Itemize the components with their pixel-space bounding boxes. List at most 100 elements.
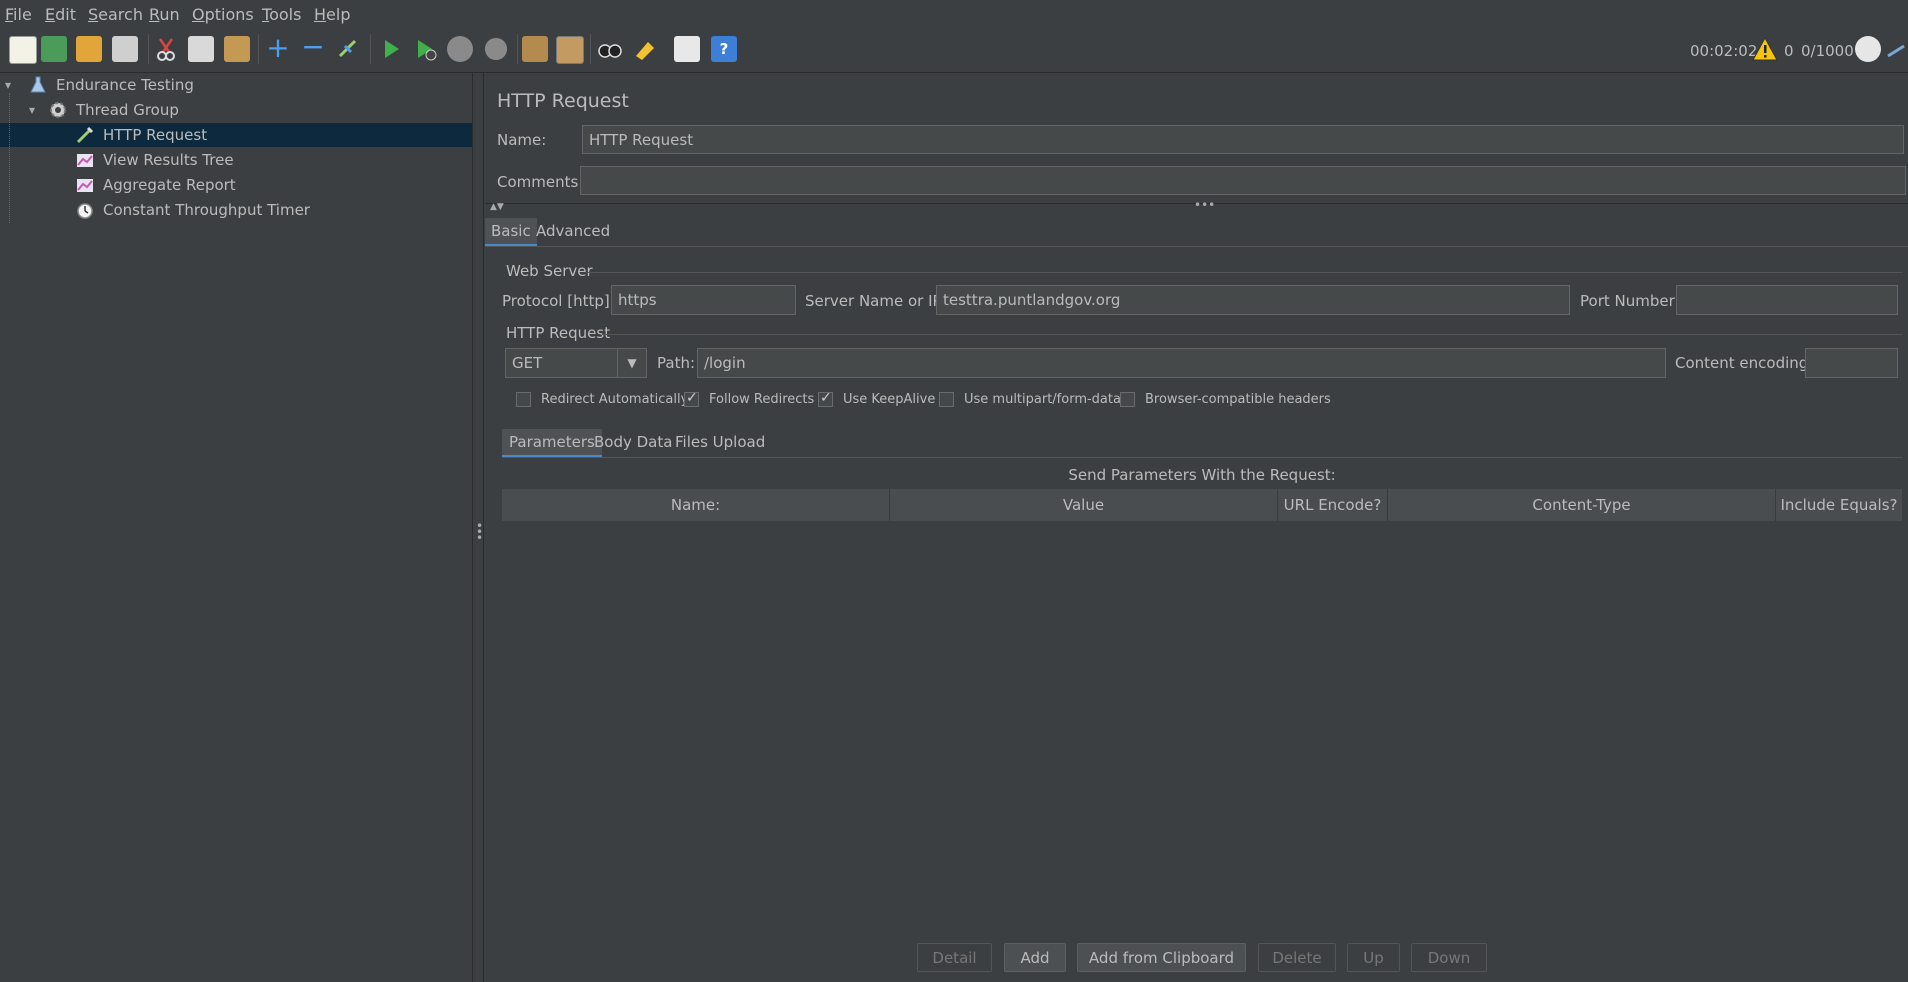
splitter-grip-icon[interactable]: • • • [476, 520, 483, 544]
checkbox-box[interactable] [516, 392, 531, 407]
warning-count: 0 [1784, 42, 1794, 60]
server-name-field[interactable]: testtra.puntlandgov.org [936, 285, 1570, 315]
tab-divider [502, 457, 1902, 458]
help-icon[interactable]: ? [711, 36, 737, 62]
chevron-down-icon[interactable]: ▾ [29, 103, 39, 117]
panel-splitter[interactable]: • • • [473, 73, 484, 982]
save-icon[interactable] [112, 36, 138, 62]
tab-advanced[interactable]: Advanced [530, 218, 616, 244]
column-header-value[interactable]: Value [890, 489, 1278, 521]
test-plan-tree: ▾ Endurance Testing ▾ Thread Group HTTP … [0, 73, 473, 982]
function-helper-icon[interactable] [674, 36, 700, 62]
column-header-include-equals[interactable]: Include Equals? [1776, 489, 1902, 521]
tab-files-upload[interactable]: Files Upload [669, 429, 771, 455]
content-encoding-field[interactable] [1805, 348, 1898, 378]
tree-item-aggregate-report[interactable]: Aggregate Report [0, 173, 472, 197]
thread-count: 0/1000 [1801, 42, 1854, 60]
use-keepalive-checkbox[interactable]: Use KeepAlive [818, 390, 935, 407]
menu-help[interactable]: Help [314, 5, 350, 24]
checkbox-box[interactable] [818, 390, 833, 407]
comments-splitter[interactable]: ▲▼ ••• [485, 198, 1908, 212]
tree-item-label: Thread Group [76, 101, 179, 119]
warning-icon[interactable] [1752, 36, 1778, 62]
tree-item-label: Endurance Testing [56, 76, 194, 94]
up-button[interactable]: Up [1347, 943, 1400, 972]
browser-compatible-headers-checkbox[interactable]: Browser-compatible headers [1120, 392, 1331, 407]
tab-basic[interactable]: Basic [485, 218, 537, 247]
use-multipart-checkbox[interactable]: Use multipart/form-data [939, 392, 1121, 407]
stop-icon[interactable] [447, 36, 473, 62]
comments-label: Comments: [497, 173, 584, 191]
follow-redirects-checkbox[interactable]: Follow Redirects [684, 390, 814, 407]
paste-icon[interactable] [224, 36, 250, 62]
menu-edit[interactable]: Edit [45, 5, 76, 24]
comments-field[interactable] [580, 166, 1906, 195]
web-server-group-title: Web Server [506, 262, 593, 280]
templates-icon[interactable] [41, 36, 67, 62]
path-field[interactable]: /login [697, 348, 1666, 378]
chart-icon [77, 154, 93, 167]
checkbox-box[interactable] [684, 390, 699, 407]
tab-divider [485, 246, 1908, 247]
name-field[interactable]: HTTP Request [582, 125, 1904, 154]
column-header-content-type[interactable]: Content-Type [1388, 489, 1776, 521]
tab-parameters[interactable]: Parameters [502, 429, 602, 458]
cut-icon[interactable] [153, 36, 179, 62]
port-number-field[interactable] [1676, 285, 1898, 315]
add-button[interactable]: Add [1004, 943, 1066, 972]
menu-tools[interactable]: Tools [262, 5, 301, 24]
elapsed-time: 00:02:02 [1690, 42, 1758, 60]
protocol-field[interactable]: https [611, 285, 796, 315]
panel-title: HTTP Request [497, 90, 629, 112]
redirect-automatically-checkbox[interactable]: Redirect Automatically [516, 392, 688, 407]
down-button[interactable]: Down [1411, 943, 1487, 972]
clear-icon[interactable] [522, 36, 548, 62]
method-value: GET [512, 354, 543, 372]
start-icon[interactable] [378, 36, 404, 62]
collapse-arrows-icon[interactable]: ▲▼ [490, 202, 504, 212]
chart-icon [77, 179, 93, 192]
toggle-icon[interactable] [335, 36, 361, 62]
collapse-icon[interactable]: − [300, 33, 326, 62]
copy-icon[interactable] [188, 36, 214, 62]
method-select[interactable]: GET ▼ [505, 348, 647, 378]
tree-item-view-results-tree[interactable]: View Results Tree [0, 148, 472, 172]
search-binoculars-icon[interactable] [597, 36, 623, 62]
menu-bar: File Edit Search Run Options Tools Help [0, 0, 1908, 29]
tree-item-constant-throughput-timer[interactable]: Constant Throughput Timer [0, 198, 472, 222]
chevron-down-icon[interactable]: ▾ [5, 78, 15, 92]
detail-button[interactable]: Detail [917, 943, 992, 972]
tree-guide-line [9, 93, 11, 223]
column-header-url-encode[interactable]: URL Encode? [1278, 489, 1388, 521]
delete-button[interactable]: Delete [1258, 943, 1336, 972]
menu-search[interactable]: Search [88, 5, 143, 24]
shutdown-icon[interactable] [484, 37, 508, 61]
server-name-label: Server Name or IP: [805, 292, 947, 310]
menu-file[interactable]: File [5, 5, 32, 24]
protocol-label: Protocol [http]: [502, 292, 615, 310]
add-from-clipboard-button[interactable]: Add from Clipboard [1077, 943, 1246, 972]
expand-icon[interactable]: + [265, 34, 291, 62]
chevron-down-icon[interactable]: ▼ [617, 349, 646, 377]
checkbox-box[interactable] [939, 392, 954, 407]
column-header-name[interactable]: Name: [502, 489, 890, 521]
drag-handle-icon[interactable]: ••• [1194, 198, 1215, 212]
parameters-table-body[interactable] [502, 521, 1902, 931]
new-file-icon[interactable] [9, 36, 37, 64]
tree-item-http-request[interactable]: HTTP Request [0, 123, 472, 147]
params-caption: Send Parameters With the Request: [1068, 466, 1336, 484]
start-no-pauses-icon[interactable] [412, 36, 438, 62]
tree-item-label: View Results Tree [103, 151, 234, 169]
menu-options[interactable]: Options [192, 5, 254, 24]
tree-item-thread-group[interactable]: ▾ Thread Group [0, 98, 472, 122]
tree-item-test-plan[interactable]: ▾ Endurance Testing [0, 73, 472, 97]
clear-all-icon[interactable] [556, 36, 584, 64]
tab-body-data[interactable]: Body Data [588, 429, 678, 455]
reset-search-icon[interactable] [632, 36, 658, 62]
menu-run[interactable]: Run [149, 5, 180, 24]
path-label: Path: [657, 354, 696, 372]
toolbar: + − ? 00:02:02 0 0/1000 [0, 28, 1908, 73]
open-folder-icon[interactable] [76, 36, 102, 62]
tree-item-label: HTTP Request [103, 126, 208, 144]
checkbox-box[interactable] [1120, 392, 1135, 407]
